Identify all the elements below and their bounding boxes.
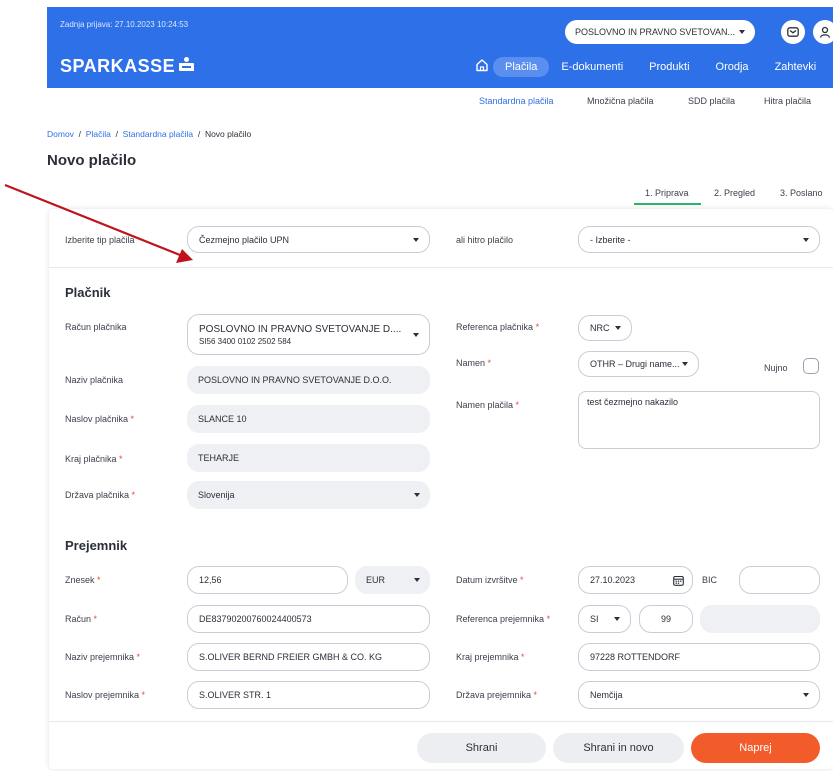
annotation-arrow — [4, 183, 193, 263]
